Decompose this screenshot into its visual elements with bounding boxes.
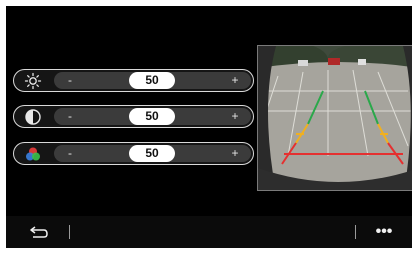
color-value[interactable]: 50 [129, 145, 175, 162]
color-decrease-button[interactable]: - [58, 145, 82, 162]
brightness-slider[interactable]: - 50 + [13, 69, 254, 92]
color-slider[interactable]: - 50 + [13, 142, 254, 165]
divider [69, 225, 70, 239]
contrast-increase-button[interactable]: + [223, 108, 247, 125]
contrast-value[interactable]: 50 [129, 108, 175, 125]
color-saturation-icon [14, 143, 52, 164]
sun-icon [14, 70, 52, 91]
brightness-track[interactable]: - 50 + [54, 72, 251, 89]
color-track[interactable]: - 50 + [54, 145, 251, 162]
color-increase-button[interactable]: + [223, 145, 247, 162]
camera-settings-screen: - 50 + - 50 + - 50 + ••• [6, 6, 412, 248]
contrast-slider[interactable]: - 50 + [13, 105, 254, 128]
rear-camera-view [257, 45, 412, 191]
brightness-increase-button[interactable]: + [223, 72, 247, 89]
brightness-decrease-button[interactable]: - [58, 72, 82, 89]
more-options-button[interactable]: ••• [370, 222, 398, 242]
contrast-icon [14, 106, 52, 127]
divider [355, 225, 356, 239]
back-arrow-icon [30, 226, 48, 238]
back-button[interactable] [26, 221, 52, 243]
bottom-bar: ••• [6, 216, 412, 248]
contrast-decrease-button[interactable]: - [58, 108, 82, 125]
contrast-track[interactable]: - 50 + [54, 108, 251, 125]
brightness-value[interactable]: 50 [129, 72, 175, 89]
